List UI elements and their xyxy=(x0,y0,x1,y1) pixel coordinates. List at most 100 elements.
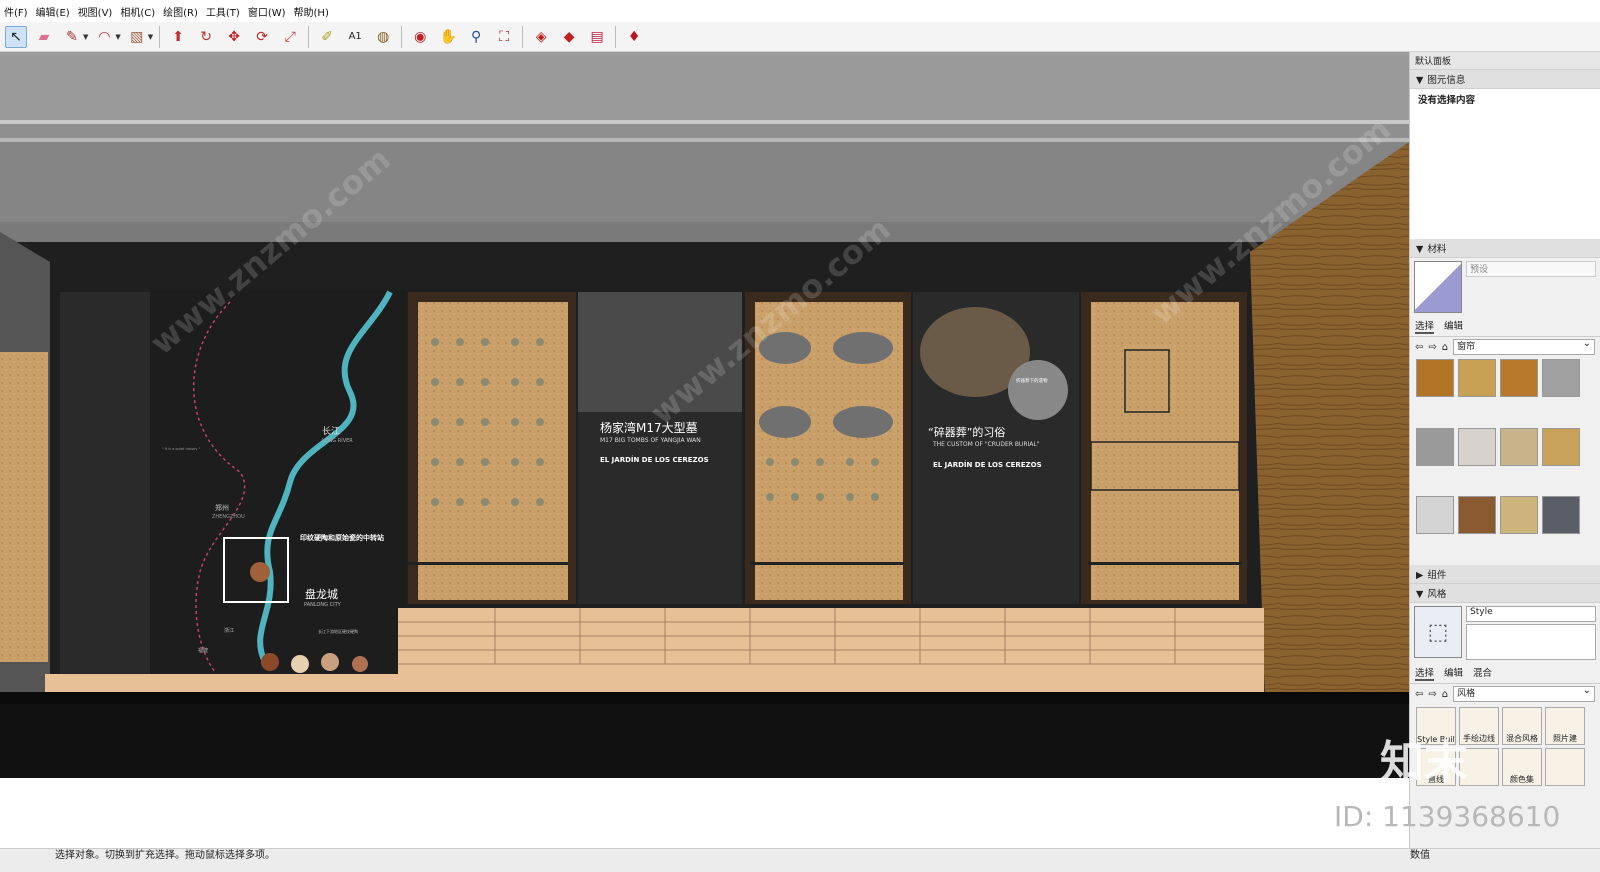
menu-item[interactable]: 工具(T) xyxy=(202,6,244,22)
styles-header[interactable]: ▼ 风格 xyxy=(1410,584,1600,603)
exhibition-model: 长江 LONG RIVER 郑州 ZHENGZHOU 印纹硬陶和原始瓷的中转站 … xyxy=(0,52,1409,778)
forward-arrow-icon[interactable]: ⇨ xyxy=(1428,342,1436,353)
corner-logo: 知末 xyxy=(1380,737,1468,788)
text-icon[interactable]: A1 xyxy=(344,26,366,48)
material-swatch[interactable] xyxy=(1458,359,1496,397)
entity-info-header[interactable]: ▼ 图元信息 xyxy=(1410,70,1600,89)
scale-icon[interactable]: ⤢ xyxy=(279,26,301,48)
toolbar: ↖ ▰ ✎ ▼ ◠ ▼ ▧ ▼ ⬆ ↻ ✥ ⟳ ⤢ ✐ A1 ◍ ◉ ✋ ⚲ ⛶ ◈ … xyxy=(0,22,1600,52)
material-swatch[interactable] xyxy=(1500,359,1538,397)
toolbar-divider xyxy=(401,25,403,48)
menu-item[interactable]: 窗口(W) xyxy=(244,6,290,22)
material-preview xyxy=(1414,261,1462,313)
materials-nav: ⇦ ⇨ ⌂ 窗帘 xyxy=(1410,337,1600,357)
material-swatch[interactable] xyxy=(1500,496,1538,535)
zoom-extents-icon[interactable]: ⛶ xyxy=(493,26,515,48)
tape-measure-icon[interactable]: ✐ xyxy=(316,26,338,48)
material-collection-select[interactable]: 窗帘 xyxy=(1453,337,1595,355)
chevron-down-icon[interactable]: ▼ xyxy=(148,33,153,41)
image-id: ID: 1139368610 xyxy=(1334,800,1561,833)
svg-text:长江下游地区硬纹硬陶: 长江下游地区硬纹硬陶 xyxy=(318,628,358,634)
style-preview-row: ⬚ Style xyxy=(1410,603,1600,663)
pencil-icon[interactable]: ✎ xyxy=(61,26,83,48)
ruby-icon[interactable]: ♦ xyxy=(623,26,645,48)
tab-select[interactable]: 选择 xyxy=(1415,665,1435,681)
arc-icon[interactable]: ◠ xyxy=(93,26,115,48)
styles-tabs: 选择 编辑 混合 xyxy=(1410,663,1600,684)
push-pull-icon[interactable]: ⬆ xyxy=(167,26,189,48)
style-collection-select[interactable]: 风格 xyxy=(1453,684,1595,702)
menu-item[interactable]: 件(F) xyxy=(0,6,32,22)
tab-edit[interactable]: 编辑 xyxy=(1444,318,1463,334)
menu-item[interactable]: 视图(V) xyxy=(74,6,117,22)
style-thumbnail[interactable]: 混合风格 xyxy=(1502,707,1542,745)
collapse-triangle-icon: ▼ xyxy=(1416,589,1424,600)
toolbar-divider xyxy=(308,25,310,48)
components-header[interactable]: ▶ 组件 xyxy=(1410,565,1600,584)
style-thumbnail-label: 混合风格 xyxy=(1506,734,1538,743)
back-arrow-icon[interactable]: ⇦ xyxy=(1415,689,1423,700)
eraser-icon[interactable]: ▰ xyxy=(33,26,55,48)
forward-arrow-icon[interactable]: ⇨ xyxy=(1428,689,1436,700)
menu-item[interactable]: 帮助(H) xyxy=(290,6,333,22)
extension-warehouse-icon[interactable]: ◆ xyxy=(558,26,580,48)
chevron-down-icon[interactable]: ▼ xyxy=(83,33,88,41)
menu-item[interactable]: 相机(C) xyxy=(116,6,159,22)
toolbar-divider xyxy=(522,25,524,48)
material-swatch[interactable] xyxy=(1542,496,1580,535)
3d-viewport[interactable]: 长江 LONG RIVER 郑州 ZHENGZHOU 印纹硬陶和原始瓷的中转站 … xyxy=(0,52,1409,778)
home-icon[interactable]: ⌂ xyxy=(1442,342,1448,353)
move-icon[interactable]: ✥ xyxy=(223,26,245,48)
material-swatch[interactable] xyxy=(1416,427,1454,466)
material-swatch[interactable] xyxy=(1542,359,1580,397)
style-thumbnail-icon: ⬚ xyxy=(1414,606,1462,658)
tab-select[interactable]: 选择 xyxy=(1415,318,1435,334)
menu-item[interactable]: 绘图(R) xyxy=(159,6,202,22)
measurements-label: 数值 xyxy=(1410,850,1430,861)
svg-text:郑州: 郑州 xyxy=(215,504,229,512)
svg-text:PANLONG CITY: PANLONG CITY xyxy=(304,602,342,608)
svg-text:折器葬下的遗物: 折器葬下的遗物 xyxy=(1016,377,1048,384)
style-thumbnail[interactable] xyxy=(1545,748,1585,786)
svg-text:LONG RIVER: LONG RIVER xyxy=(322,438,353,444)
follow-me-icon[interactable]: ↻ xyxy=(195,26,217,48)
entity-info-text: 没有选择内容 xyxy=(1418,95,1476,106)
material-swatch[interactable] xyxy=(1458,427,1496,466)
zoom-icon[interactable]: ⚲ xyxy=(465,26,487,48)
style-thumbnail[interactable]: 照片建 xyxy=(1545,707,1585,745)
entity-info-body: 没有选择内容 xyxy=(1410,89,1600,239)
status-bar: 选择对象。切换到扩充选择。拖动鼠标选择多项。 数值 xyxy=(0,848,1600,872)
menu-item[interactable]: 编辑(E) xyxy=(32,6,74,22)
svg-text:EL JARDÍN DE LOS CEREZOS: EL JARDÍN DE LOS CEREZOS xyxy=(600,455,709,464)
paint-bucket-icon[interactable]: ◍ xyxy=(372,26,394,48)
style-name-input[interactable]: Style xyxy=(1466,606,1596,622)
tab-edit[interactable]: 编辑 xyxy=(1444,665,1463,681)
back-arrow-icon[interactable]: ⇦ xyxy=(1415,342,1423,353)
material-swatch[interactable] xyxy=(1416,496,1454,535)
style-thumbnail[interactable]: 颜色集 xyxy=(1502,748,1542,786)
material-swatch[interactable] xyxy=(1416,359,1454,397)
layout-icon[interactable]: ▤ xyxy=(586,26,608,48)
rectangle-icon[interactable]: ▧ xyxy=(126,26,148,48)
svg-text:EL JARDÍN DE LOS CEREZOS: EL JARDÍN DE LOS CEREZOS xyxy=(933,460,1042,469)
tab-mix[interactable]: 混合 xyxy=(1473,665,1492,681)
pan-icon[interactable]: ✋ xyxy=(437,26,459,48)
warehouse-icon[interactable]: ◈ xyxy=(530,26,552,48)
select-icon[interactable]: ↖ xyxy=(5,25,27,48)
home-icon[interactable]: ⌂ xyxy=(1442,689,1448,700)
material-swatch[interactable] xyxy=(1542,427,1580,466)
collapse-triangle-icon: ▼ xyxy=(1416,244,1424,255)
material-swatch[interactable] xyxy=(1458,496,1496,535)
viewport-bottom xyxy=(0,778,1409,848)
material-name-input[interactable]: 预设 xyxy=(1466,261,1596,277)
svg-text:印纹硬陶和原始瓷的中转站: 印纹硬陶和原始瓷的中转站 xyxy=(300,533,384,542)
materials-header[interactable]: ▼ 材料 xyxy=(1410,239,1600,258)
orbit-icon[interactable]: ◉ xyxy=(409,26,431,48)
materials-tabs: 选择 编辑 xyxy=(1410,316,1600,337)
chevron-down-icon[interactable]: ▼ xyxy=(115,33,120,41)
rotate-icon[interactable]: ⟳ xyxy=(251,26,273,48)
material-swatch-grid xyxy=(1410,357,1600,565)
material-swatch[interactable] xyxy=(1500,427,1538,466)
svg-text:杨家湾M17大型墓: 杨家湾M17大型墓 xyxy=(600,420,698,435)
style-description-input[interactable] xyxy=(1466,624,1596,660)
